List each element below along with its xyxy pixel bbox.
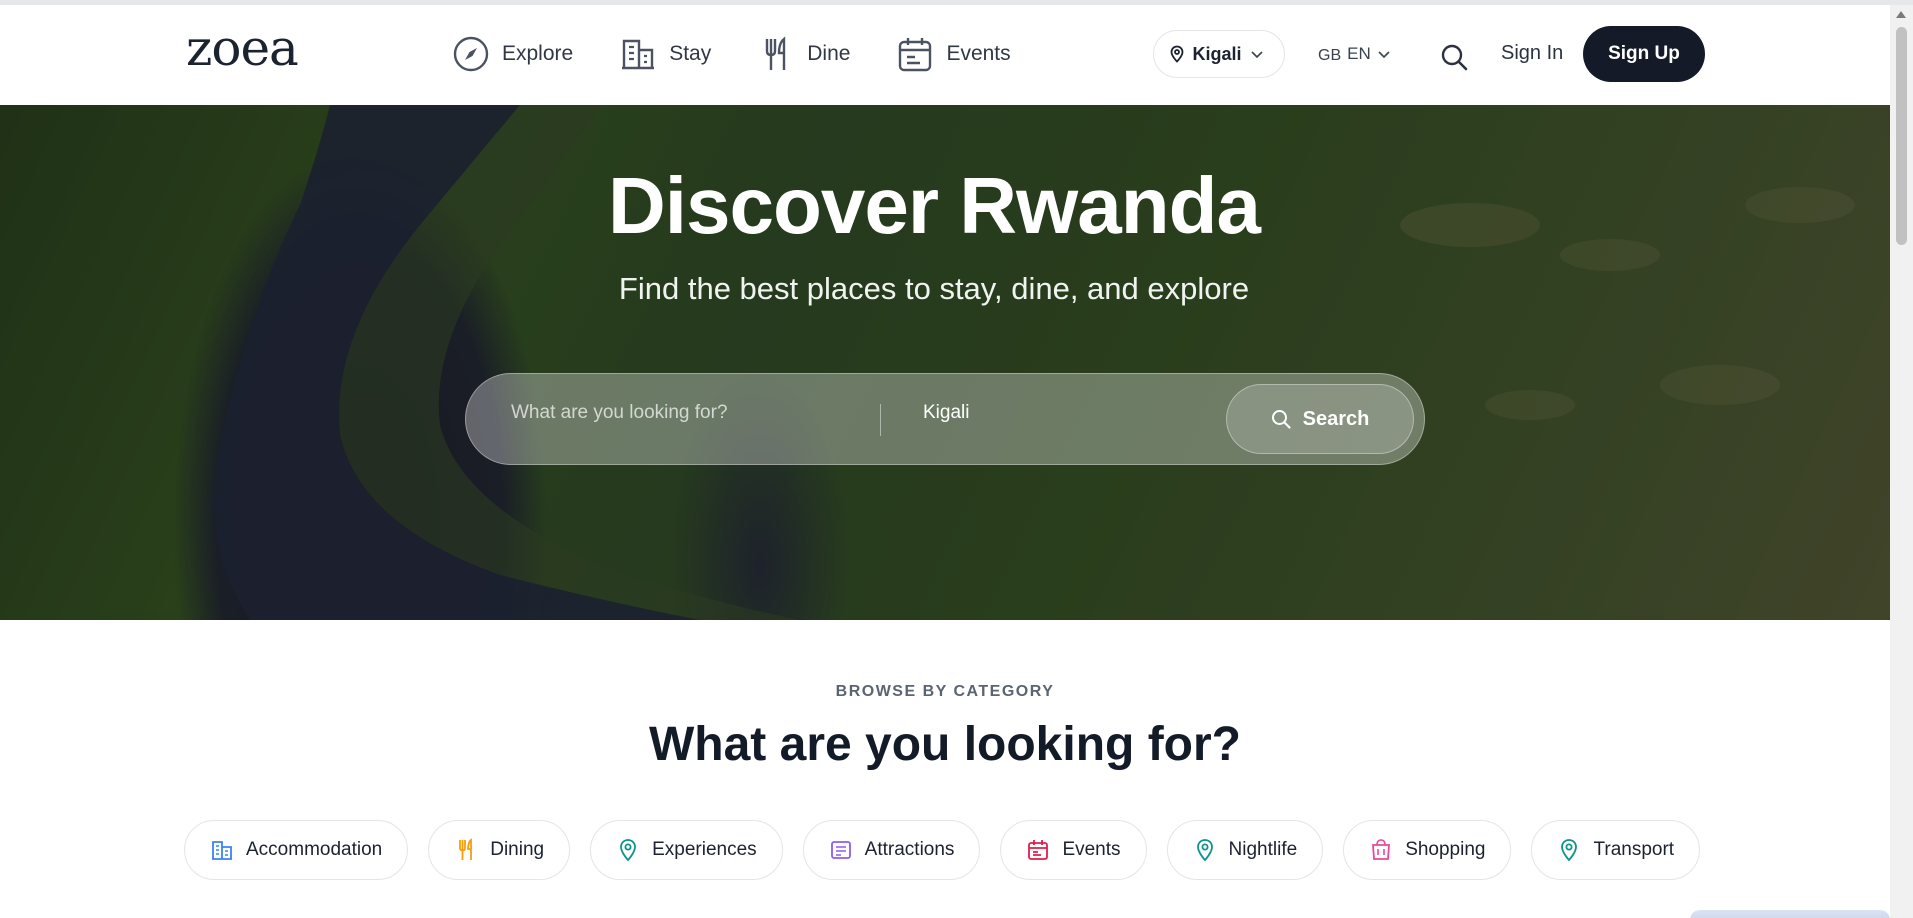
shopping-bag-icon bbox=[1372, 839, 1391, 860]
chip-transport[interactable]: Transport bbox=[1531, 820, 1701, 880]
chip-accommodation[interactable]: Accommodation bbox=[184, 820, 409, 880]
nav-explore-label: Explore bbox=[502, 42, 574, 65]
chip-list-fade bbox=[1700, 813, 1890, 887]
chip-events[interactable]: Events bbox=[1000, 820, 1147, 880]
chevron-down-icon bbox=[1250, 51, 1263, 59]
utensils-icon bbox=[766, 36, 786, 70]
map-pin-icon bbox=[1171, 45, 1184, 63]
sign-in-link[interactable]: Sign In bbox=[1501, 42, 1563, 65]
search-divider bbox=[880, 404, 881, 436]
utensils-icon bbox=[459, 838, 473, 860]
map-pin-icon bbox=[620, 839, 637, 862]
hero-section: Discover Rwanda Find the best places to … bbox=[0, 105, 1890, 620]
search-icon bbox=[1271, 410, 1291, 429]
floating-widget-edge bbox=[1690, 910, 1890, 918]
sign-up-button[interactable]: Sign Up bbox=[1583, 26, 1705, 82]
building-icon bbox=[622, 39, 655, 70]
nav-events-label: Events bbox=[946, 42, 1011, 65]
nav-stay-label: Stay bbox=[669, 42, 712, 65]
search-location-input[interactable]: Kigali bbox=[923, 402, 1183, 438]
ticket-icon bbox=[830, 841, 851, 859]
chip-label: Nightlife bbox=[1228, 839, 1298, 860]
chevron-down-icon bbox=[1378, 51, 1390, 59]
compass-icon bbox=[453, 36, 489, 72]
chip-label: Dining bbox=[490, 839, 545, 860]
location-label: Kigali bbox=[1192, 43, 1242, 64]
chip-label: Attractions bbox=[864, 839, 955, 860]
chip-attractions[interactable]: Attractions bbox=[802, 820, 981, 880]
scrollbar-thumb[interactable] bbox=[1896, 27, 1907, 245]
chip-shopping[interactable]: Shopping bbox=[1343, 820, 1512, 880]
scroll-up-arrow-icon[interactable] bbox=[1896, 11, 1906, 18]
search-submit-button[interactable]: Search bbox=[1226, 384, 1414, 454]
chip-label: Events bbox=[1062, 839, 1121, 860]
category-chip-list: Accommodation Dining Experiences Attract… bbox=[184, 820, 1720, 880]
chip-label: Experiences bbox=[652, 839, 757, 860]
search-query-input[interactable]: What are you looking for? bbox=[511, 402, 851, 438]
calendar-icon bbox=[1028, 840, 1049, 860]
chip-label: Accommodation bbox=[246, 839, 383, 860]
nav-explore[interactable]: Explore bbox=[452, 35, 573, 73]
hero-search-bar: What are you looking for? Kigali Search bbox=[465, 373, 1425, 465]
page-viewport: zoea Explore Stay Dine Events Kigali GB … bbox=[0, 5, 1890, 918]
calendar-icon bbox=[899, 38, 932, 72]
zoea-logo[interactable]: zoea bbox=[186, 23, 299, 73]
nav-dine[interactable]: Dine bbox=[757, 35, 850, 73]
location-selector[interactable]: Kigali bbox=[1153, 30, 1285, 78]
chip-label: Transport bbox=[1593, 839, 1675, 860]
main-nav: Explore Stay Dine Events bbox=[452, 35, 1057, 73]
category-title: What are you looking for? bbox=[648, 718, 1241, 771]
hero-content: Discover Rwanda Find the best places to … bbox=[0, 105, 1890, 620]
language-code: EN bbox=[1347, 44, 1371, 63]
nav-dine-label: Dine bbox=[807, 42, 851, 65]
language-selector[interactable]: GB EN bbox=[1318, 43, 1391, 65]
hero-subtitle: Find the best places to stay, dine, and … bbox=[618, 271, 1250, 306]
nav-stay[interactable]: Stay bbox=[619, 35, 711, 73]
hero-title: Discover Rwanda bbox=[608, 161, 1261, 250]
chip-nightlife[interactable]: Nightlife bbox=[1166, 820, 1324, 880]
chip-dining[interactable]: Dining bbox=[428, 820, 571, 880]
flag-gb: GB bbox=[1318, 47, 1342, 64]
chip-label: Shopping bbox=[1405, 839, 1486, 860]
search-icon[interactable] bbox=[1440, 43, 1468, 71]
building-icon bbox=[212, 841, 232, 860]
site-header: zoea Explore Stay Dine Events Kigali GB … bbox=[0, 5, 1890, 105]
map-pin-icon bbox=[1196, 839, 1213, 862]
page-scrollbar[interactable] bbox=[1890, 5, 1913, 918]
search-button-label: Search bbox=[1302, 407, 1370, 430]
nav-events[interactable]: Events bbox=[896, 35, 1011, 73]
category-eyebrow: BROWSE BY CATEGORY bbox=[835, 683, 1055, 700]
map-pin-icon bbox=[1561, 839, 1578, 862]
chip-experiences[interactable]: Experiences bbox=[590, 820, 783, 880]
